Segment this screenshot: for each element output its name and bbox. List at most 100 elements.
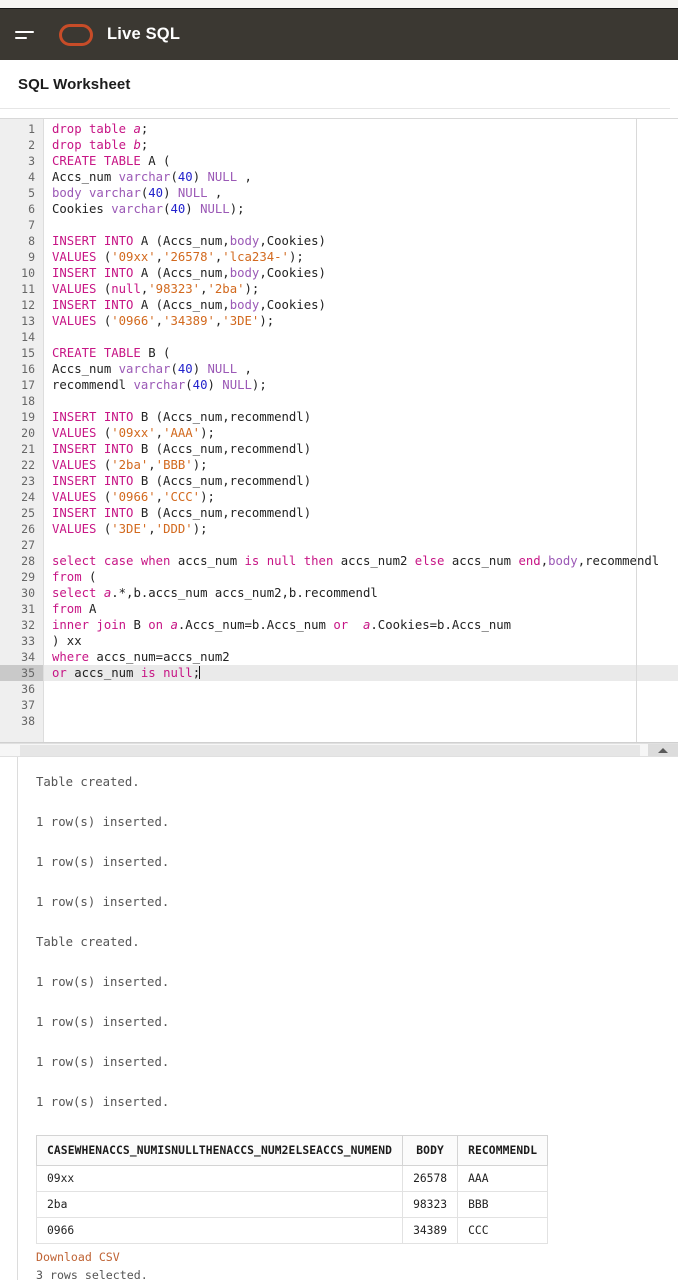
code-token: ); [200,490,215,504]
code-line[interactable]: Cookies varchar(40) NULL); [44,201,678,217]
code-token: where [52,650,90,664]
code-token: , [155,490,164,504]
code-line[interactable]: from A [44,601,678,617]
code-token: ); [259,314,275,328]
output-message: 1 row(s) inserted. [36,1015,170,1029]
code-line[interactable] [44,217,678,233]
code-token: , [200,282,208,296]
code-line[interactable]: VALUES ('2ba','BBB'); [44,457,678,473]
results-row: 0966 34389 CCC [35,1217,549,1244]
code-token: accs_num [444,554,519,568]
line-number: 36 [21,682,35,696]
code-line[interactable]: CREATE TABLE A ( [44,153,678,169]
editor-horizontal-scrollbar[interactable] [0,743,678,757]
line-number: 11 [21,282,35,296]
code-token: , [207,186,223,200]
code-line[interactable] [44,537,678,553]
code-line[interactable] [44,393,678,409]
code-token: '2ba' [111,458,149,472]
code-line[interactable]: select a.*,b.accs_num accs_num2,b.recomm… [44,585,678,601]
code-token: VALUES [52,458,97,472]
code-token: 40 [170,202,186,216]
code-line[interactable]: from ( [44,569,678,585]
code-line[interactable]: where accs_num=accs_num2 [44,649,678,665]
code-line[interactable]: or accs_num is null; [44,665,678,681]
code-line[interactable]: VALUES ('09xx','AAA'); [44,425,678,441]
hamburger-menu-icon[interactable] [15,27,37,43]
code-line[interactable]: CREATE TABLE B ( [44,345,678,361]
scrollbar-thumb[interactable] [20,745,640,756]
app-title: Live SQL [107,25,181,43]
code-line[interactable]: drop table a; [44,121,678,137]
code-line[interactable]: recommendl varchar(40) NULL); [44,377,678,393]
code-line[interactable]: Accs_num varchar(40) NULL , [44,169,678,185]
code-line[interactable] [44,681,678,697]
code-line[interactable]: Accs_num varchar(40) NULL , [44,361,678,377]
code-line[interactable] [44,713,678,729]
code-line[interactable] [44,697,678,713]
code-line[interactable]: INSERT INTO B (Accs_num,recommendl) [44,441,678,457]
code-line[interactable]: drop table b; [44,137,678,153]
code-token: INSERT INTO [52,298,134,312]
line-number: 21 [21,442,35,456]
code-token: ( [96,458,112,472]
code-token: '34389' [163,314,215,328]
code-token: 'AAA' [163,426,201,440]
results-cell: 26578 [402,1165,459,1192]
results-cell: CCC [457,1217,549,1244]
code-token: 'CCC' [163,490,201,504]
line-number: 26 [21,522,35,536]
results-table: CASEWHENACCS_NUMISNULLTHENACCS_NUM2ELSEA… [35,1135,549,1244]
code-token: , [237,362,252,376]
code-token: , [148,458,156,472]
code-line[interactable]: VALUES (null,'98323','2ba'); [44,281,678,297]
code-line[interactable]: INSERT INTO B (Accs_num,recommendl) [44,505,678,521]
code-line[interactable] [44,329,678,345]
code-line[interactable]: INSERT INTO B (Accs_num,recommendl) [44,409,678,425]
code-line[interactable]: INSERT INTO A (Accs_num,body,Cookies) [44,297,678,313]
code-text-area[interactable]: drop table a; drop table b; CREATE TABLE A… [44,119,678,742]
code-token: or [52,666,67,680]
code-line[interactable]: VALUES ('0966','CCC'); [44,489,678,505]
line-number: 6 [28,202,35,216]
code-line[interactable]: VALUES ('09xx','26578','lca234-'); [44,249,678,265]
sql-editor[interactable]: 1 2 3 4 5 6 7 8 9 10 11 12 13 14 15 16 17 18 19 20 21 22 23 24 2… [0,118,678,743]
line-number: 23 [21,474,35,488]
code-line[interactable]: INSERT INTO A (Accs_num,body,Cookies) [44,233,678,249]
triangle-up-icon[interactable] [648,744,678,756]
line-number: 16 [21,362,35,376]
code-line[interactable]: inner join B on a.Accs_num=b.Accs_num or… [44,617,678,633]
code-line[interactable]: select case when accs_num is null then a… [44,553,678,569]
code-token: Accs_num [52,362,119,376]
code-token: ); [251,378,267,392]
code-token: varchar [118,170,171,184]
code-token: ,recommendl [577,554,660,568]
code-line[interactable]: body varchar(40) NULL , [44,185,678,201]
line-number: 5 [28,186,35,200]
output-message: Table created. [36,775,140,789]
code-token: , [155,314,164,328]
code-token: , [237,170,252,184]
code-line[interactable]: INSERT INTO A (Accs_num,body,Cookies) [44,265,678,281]
code-line[interactable]: VALUES ('3DE','DDD'); [44,521,678,537]
results-cell: 09xx [35,1165,404,1192]
line-number: 8 [28,234,35,248]
code-token: ,Cookies) [259,234,326,248]
code-token: ); [192,522,208,536]
download-csv-link[interactable]: Download CSV [36,1250,120,1264]
code-line[interactable]: INSERT INTO B (Accs_num,recommendl) [44,473,678,489]
results-column-header: CASEWHENACCS_NUMISNULLTHENACCS_NUM2ELSEA… [35,1135,404,1166]
code-token: body [52,186,82,200]
code-line[interactable]: ) xx [44,633,678,649]
line-number: 29 [21,570,35,584]
results-header-row: CASEWHENACCS_NUMISNULLTHENACCS_NUM2ELSEA… [35,1135,549,1166]
output-message: 1 row(s) inserted. [36,815,170,829]
line-number: 32 [21,618,35,632]
code-token: else [414,554,445,568]
code-token: Cookies [52,202,112,216]
code-line[interactable]: VALUES ('0966','34389','3DE'); [44,313,678,329]
code-token: body [229,298,260,312]
code-token: NULL [207,170,238,184]
